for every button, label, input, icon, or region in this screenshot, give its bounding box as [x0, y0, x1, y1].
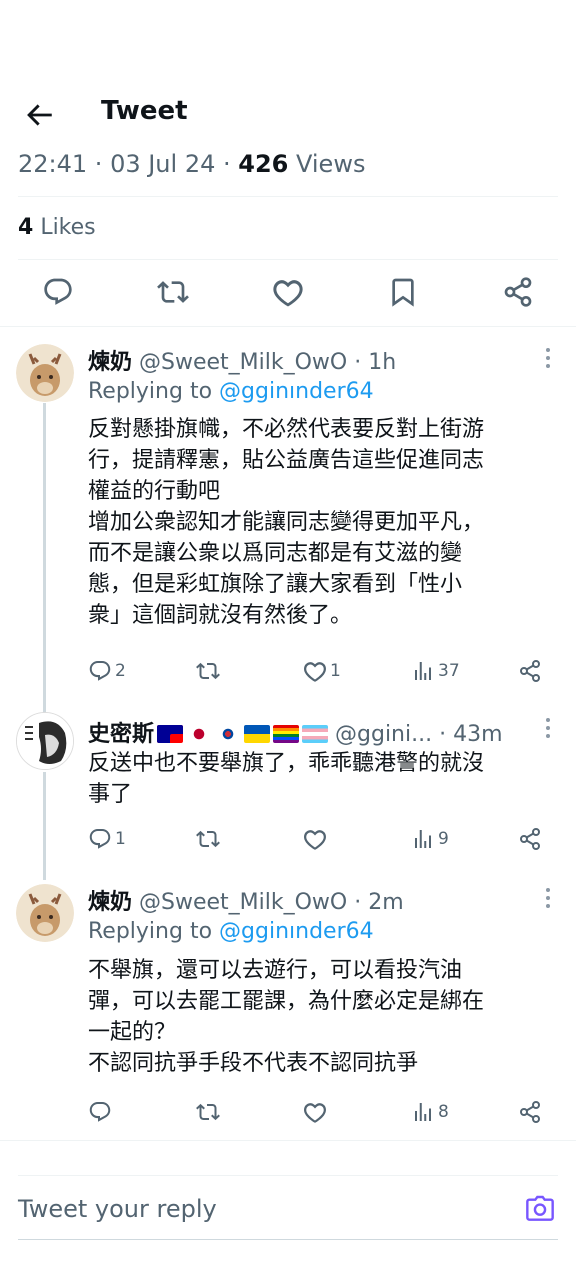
likes-label: Likes: [40, 215, 96, 240]
views-icon: [411, 659, 435, 683]
reply-icon[interactable]: [42, 276, 74, 308]
tweet-text: 反送中也不要舉旗了，乖乖聽港警的就沒 事了: [88, 751, 485, 807]
camera-icon[interactable]: [524, 1193, 556, 1225]
user-handle[interactable]: @Sweet_Milk_OwO: [139, 350, 347, 375]
tweet-header: 史密斯 @ggini... · 43m: [88, 722, 503, 747]
views-button[interactable]: 8: [411, 1097, 449, 1127]
replying-to-link[interactable]: @gginınder64: [219, 919, 374, 944]
share-icon: [518, 659, 542, 683]
retweet-icon[interactable]: [157, 276, 189, 308]
share-button[interactable]: [518, 824, 542, 854]
reply-count: 1: [115, 829, 126, 849]
reply-composer: Tweet your reply: [0, 1175, 576, 1245]
like-button[interactable]: 1: [303, 656, 341, 686]
reply-input[interactable]: Tweet your reply: [18, 1195, 217, 1223]
share-icon[interactable]: [502, 276, 534, 308]
deer-avatar-image: [16, 344, 74, 402]
share-icon: [518, 827, 542, 851]
user-handle[interactable]: @ggini...: [335, 722, 432, 747]
retweet-button[interactable]: [196, 1097, 223, 1127]
tweet-actions: 2 1 37: [88, 656, 558, 686]
thread-line: [43, 403, 46, 715]
views-label: Views: [296, 150, 366, 178]
share-icon: [518, 1100, 542, 1124]
tweet-time: 43m: [453, 722, 503, 747]
avatar[interactable]: [16, 344, 74, 402]
reply-icon: [88, 659, 112, 683]
tweet-actions: 8: [88, 1097, 558, 1127]
tweet-time: 2m: [368, 890, 404, 915]
page-title: Tweet: [101, 96, 188, 126]
tweet-header: 煉奶 @Sweet_Milk_OwO · 1h: [88, 350, 397, 375]
replying-to-link[interactable]: @gginınder64: [219, 379, 374, 404]
tweet-meta: 22:41 · 03 Jul 24 · 426 Views: [18, 150, 366, 178]
replying-prefix: Replying to: [88, 919, 213, 944]
more-icon[interactable]: [546, 888, 552, 912]
replying-to: Replying to @gginınder64: [88, 379, 374, 404]
display-name[interactable]: 煉奶: [88, 890, 132, 915]
deer-avatar-image: [16, 884, 74, 942]
like-icon: [303, 659, 327, 683]
divider: [18, 259, 558, 260]
tweet-text: 不舉旗，還可以去遊行，可以看投汽油 彈，可以去罷工罷課，為什麼必定是綁在 一起的…: [88, 958, 485, 1076]
thread-line: [43, 772, 46, 880]
views-count: 8: [438, 1102, 449, 1122]
manga-avatar-image: [17, 713, 73, 769]
tweet-time: 22:41: [18, 150, 88, 178]
tweet-header: 煉奶 @Sweet_Milk_OwO · 2m: [88, 890, 404, 915]
views-count: 37: [438, 661, 460, 681]
display-name[interactable]: 煉奶: [88, 350, 132, 375]
tweet-text: 反對懸掛旗幟，不必然代表要反對上街游 行，提請釋憲，貼公益廣告這些促進同志 權益…: [88, 417, 485, 628]
views-icon: [411, 827, 435, 851]
retweet-icon: [196, 827, 220, 851]
divider: [0, 1140, 576, 1141]
input-underline: [18, 1239, 558, 1240]
replying-prefix: Replying to: [88, 379, 213, 404]
like-count: 1: [330, 661, 341, 681]
views-count: 426: [238, 150, 289, 178]
like-icon[interactable]: [272, 276, 304, 308]
more-icon[interactable]: [546, 718, 552, 742]
back-arrow-icon[interactable]: [22, 98, 56, 132]
top-bar: Tweet: [0, 80, 576, 150]
views-button[interactable]: 37: [411, 656, 460, 686]
user-handle[interactable]: @Sweet_Milk_OwO: [139, 890, 347, 915]
divider: [0, 326, 576, 327]
reply-button[interactable]: 2: [88, 656, 126, 686]
reply-icon: [88, 1100, 112, 1124]
avatar[interactable]: [16, 884, 74, 942]
more-icon[interactable]: [546, 348, 552, 372]
like-button[interactable]: [303, 824, 330, 854]
avatar[interactable]: [16, 712, 74, 770]
retweet-button[interactable]: [196, 656, 223, 686]
reply-button[interactable]: 1: [88, 824, 126, 854]
share-button[interactable]: [518, 1097, 542, 1127]
reply-button[interactable]: [88, 1097, 115, 1127]
likes-summary[interactable]: 4 Likes: [18, 215, 96, 240]
views-icon: [411, 1100, 435, 1124]
main-action-bar: [0, 272, 576, 316]
like-icon: [303, 827, 327, 851]
like-button[interactable]: [303, 1097, 330, 1127]
replying-to: Replying to @gginınder64: [88, 919, 374, 944]
bookmark-icon[interactable]: [387, 276, 419, 308]
likes-count: 4: [18, 215, 34, 240]
views-button[interactable]: 9: [411, 824, 449, 854]
tweet-actions: 1 9: [88, 824, 558, 854]
retweet-icon: [196, 659, 220, 683]
retweet-icon: [196, 1100, 220, 1124]
display-name[interactable]: 史密斯: [88, 722, 154, 747]
divider: [18, 1175, 558, 1176]
divider: [18, 196, 558, 197]
reply-count: 2: [115, 661, 126, 681]
like-icon: [303, 1100, 327, 1124]
reply-icon: [88, 827, 112, 851]
flag-emoji-list: [154, 722, 329, 747]
retweet-button[interactable]: [196, 824, 223, 854]
tweet-date: 03 Jul 24: [110, 150, 216, 178]
share-button[interactable]: [518, 656, 542, 686]
views-count: 9: [438, 829, 449, 849]
tweet-time: 1h: [368, 350, 397, 375]
